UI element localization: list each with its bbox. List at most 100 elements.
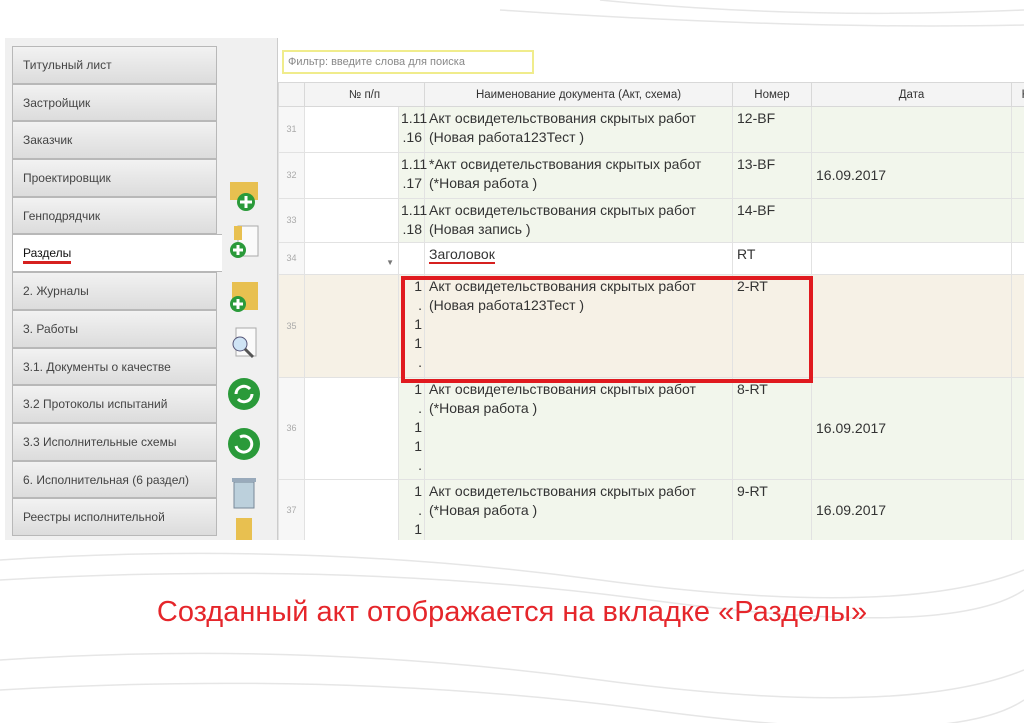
header-rownum bbox=[278, 82, 305, 107]
item-number: 1.11 .17 bbox=[398, 152, 427, 199]
add-section-icon[interactable] bbox=[226, 280, 262, 316]
group-cell bbox=[304, 106, 399, 153]
tab-item[interactable]: 3.2 Протоколы испытаний bbox=[12, 385, 217, 423]
extra-cell bbox=[1011, 152, 1024, 199]
table-row[interactable]: 37 1 . 1 Акт освидетельствования скрытых р… bbox=[278, 479, 1024, 540]
extra-cell bbox=[1011, 106, 1024, 153]
tab-label: 3. Работы bbox=[23, 321, 79, 336]
document-code: RT bbox=[732, 242, 812, 275]
document-code: 8-RT bbox=[732, 377, 812, 480]
tab-item[interactable]: Заказчик bbox=[12, 121, 217, 160]
table-row[interactable]: 36 1 . 1 1 . Акт освидетельствования скрыт… bbox=[278, 377, 1024, 480]
document-name: Акт освидетельствования скрытых работ (Н… bbox=[424, 106, 733, 153]
row-number: 33 bbox=[278, 198, 305, 243]
tab-item[interactable]: 3. Работы bbox=[12, 309, 217, 348]
extra-cell bbox=[1011, 479, 1024, 540]
tab-label: Генподрядчик bbox=[23, 208, 101, 223]
table-row[interactable]: 31 1.11 .16 Акт освидетельствования скрыты… bbox=[278, 106, 1024, 153]
table-row[interactable]: 32 1.11 .17 *Акт освидетельствования скрыт… bbox=[278, 152, 1024, 199]
document-name: Заголовок bbox=[424, 242, 733, 275]
tab-item[interactable]: 2. Журналы bbox=[12, 272, 217, 310]
document-code: 13-BF bbox=[732, 152, 812, 199]
header-number[interactable]: № п/п bbox=[304, 82, 425, 107]
folder-icon[interactable] bbox=[226, 518, 262, 540]
header-date[interactable]: Дата bbox=[811, 82, 1012, 107]
extra-cell bbox=[1011, 242, 1024, 275]
table-row[interactable]: 33 1.11 .18 Акт освидетельствования скрыты… bbox=[278, 198, 1024, 243]
document-name: Акт освидетельствования скрытых работ (Н… bbox=[424, 198, 733, 243]
tab-label: Титульный лист bbox=[23, 58, 112, 72]
row-number: 31 bbox=[278, 106, 305, 153]
tab-label: Разделы bbox=[23, 246, 72, 265]
app-screenshot: Титульный лист Застройщик Заказчик Проектир… bbox=[5, 38, 1024, 540]
item-number: 1.11 .16 bbox=[398, 106, 427, 153]
document-date bbox=[811, 106, 1012, 153]
document-code: 9-RT bbox=[732, 479, 812, 540]
item-number: 1 . 1 1 . bbox=[398, 377, 425, 480]
group-cell bbox=[304, 479, 399, 540]
document-date: 16.09.2017 bbox=[811, 152, 1012, 199]
tab-label: 2. Журналы bbox=[23, 284, 89, 299]
item-number: 1.11 .18 bbox=[398, 198, 427, 243]
document-name: *Акт освидетельствования скрытых работ (… bbox=[424, 152, 733, 199]
document-date bbox=[811, 198, 1012, 243]
document-name: Акт освидетельствования скрытых работ (*… bbox=[424, 377, 733, 480]
tab-label: Заказчик bbox=[23, 133, 73, 148]
tab-item[interactable]: Титульный лист bbox=[12, 46, 217, 84]
table-header: № п/п Наименование документа (Акт, схема… bbox=[278, 82, 1024, 107]
tab-label: Реестры исполнительной bbox=[23, 510, 165, 525]
add-folder-icon[interactable] bbox=[226, 178, 262, 214]
group-cell bbox=[304, 152, 399, 199]
document-name: Акт освидетельствования скрытых работ (*… bbox=[424, 479, 733, 540]
tab-label: 3.1. Документы о качестве bbox=[23, 359, 171, 374]
extra-cell bbox=[1011, 274, 1024, 378]
header-name[interactable]: Наименование документа (Акт, схема) bbox=[424, 82, 733, 107]
group-cell bbox=[304, 274, 399, 378]
tab-item[interactable]: 3.1. Документы о качестве bbox=[12, 347, 217, 386]
tab-item[interactable]: 3.3 Исполнительные схемы bbox=[12, 422, 217, 461]
tab-item[interactable]: Генподрядчик bbox=[12, 196, 217, 235]
extra-cell bbox=[1011, 198, 1024, 243]
tab-label: Проектировщик bbox=[23, 171, 111, 186]
filter-input[interactable]: Фильтр: введите слова для поиска bbox=[282, 50, 534, 74]
group-cell bbox=[304, 198, 399, 243]
row-number: 35 bbox=[278, 274, 305, 378]
header-code[interactable]: Номер bbox=[732, 82, 812, 107]
search-document-icon[interactable] bbox=[226, 326, 262, 362]
section-tabs: Титульный лист Застройщик Заказчик Проектир… bbox=[12, 46, 222, 536]
tab-item[interactable]: Разделы bbox=[12, 234, 222, 273]
table-row[interactable]: 34 ▼ Заголовок RT bbox=[278, 242, 1024, 275]
document-date bbox=[811, 242, 1012, 275]
trash-icon[interactable] bbox=[226, 474, 262, 510]
group-cell: ▼ bbox=[304, 242, 399, 275]
add-document-icon[interactable] bbox=[226, 224, 262, 260]
item-number bbox=[398, 242, 425, 275]
row-number: 36 bbox=[278, 377, 305, 480]
group-cell bbox=[304, 377, 399, 480]
row-number: 34 bbox=[278, 242, 305, 275]
row-number: 32 bbox=[278, 152, 305, 199]
document-code: 12-BF bbox=[732, 106, 812, 153]
document-date: 16.09.2017 bbox=[811, 377, 1012, 480]
tab-item[interactable]: Застройщик bbox=[12, 83, 217, 122]
slide-caption: Созданный акт отображается на вкладке «Р… bbox=[156, 596, 868, 628]
document-date bbox=[811, 274, 1012, 378]
header-extra[interactable]: К bbox=[1011, 82, 1024, 107]
heading-label: Заголовок bbox=[429, 246, 495, 264]
tab-item[interactable]: Реестры исполнительной bbox=[12, 498, 217, 536]
document-code: 14-BF bbox=[732, 198, 812, 243]
redo-icon[interactable] bbox=[226, 426, 262, 462]
row-number: 37 bbox=[278, 479, 305, 540]
tab-label: 3.3 Исполнительные схемы bbox=[23, 434, 177, 449]
tab-label: Застройщик bbox=[23, 95, 91, 110]
tab-item[interactable]: Проектировщик bbox=[12, 159, 217, 197]
tab-label: 6. Исполнительная (6 раздел) bbox=[23, 472, 189, 487]
extra-cell bbox=[1011, 377, 1024, 480]
highlight-box bbox=[401, 276, 813, 383]
expand-arrow-icon[interactable]: ▼ bbox=[386, 253, 394, 272]
document-date: 16.09.2017 bbox=[811, 479, 1012, 540]
tab-item[interactable]: 6. Исполнительная (6 раздел) bbox=[12, 460, 217, 499]
tab-label: 3.2 Протоколы испытаний bbox=[23, 397, 168, 412]
refresh-icon[interactable] bbox=[226, 376, 262, 412]
item-number: 1 . 1 bbox=[398, 479, 425, 540]
